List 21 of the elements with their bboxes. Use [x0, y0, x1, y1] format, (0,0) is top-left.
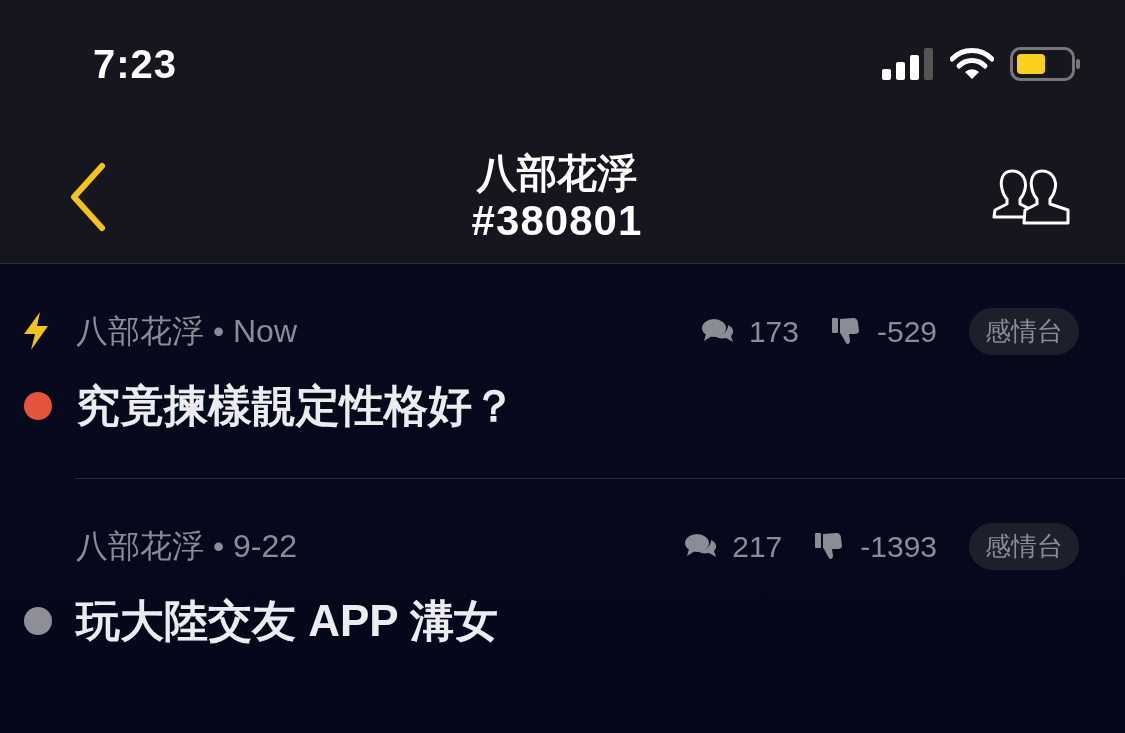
- comment-icon: [700, 317, 735, 345]
- comment-count: 173: [748, 313, 799, 350]
- comment-count: 217: [732, 528, 783, 565]
- status-time: 7:23: [93, 41, 178, 88]
- header-subtitle: #380801: [471, 196, 643, 245]
- battery-icon: [1010, 47, 1080, 81]
- back-button[interactable]: [68, 161, 108, 232]
- signal-icon: [882, 48, 934, 80]
- post-meta: 八部花浮 • 9-22: [76, 527, 298, 566]
- vote-count: -1393: [860, 528, 937, 565]
- comment-icon: [684, 532, 719, 560]
- post-title: 究竟揀樣靚定性格好？: [76, 380, 516, 432]
- thumbs-down-icon: [814, 531, 845, 561]
- header-title: 八部花浮: [477, 149, 637, 197]
- vote-count: -529: [876, 313, 937, 350]
- category-tag: 感情台: [969, 522, 1079, 570]
- category-tag: 感情台: [969, 307, 1079, 355]
- wifi-icon: [950, 48, 994, 80]
- thumbs-down-icon: [830, 316, 861, 346]
- post-meta: 八部花浮 • Now: [76, 312, 297, 351]
- post-title: 玩大陸交友 APP 溝女: [76, 595, 499, 647]
